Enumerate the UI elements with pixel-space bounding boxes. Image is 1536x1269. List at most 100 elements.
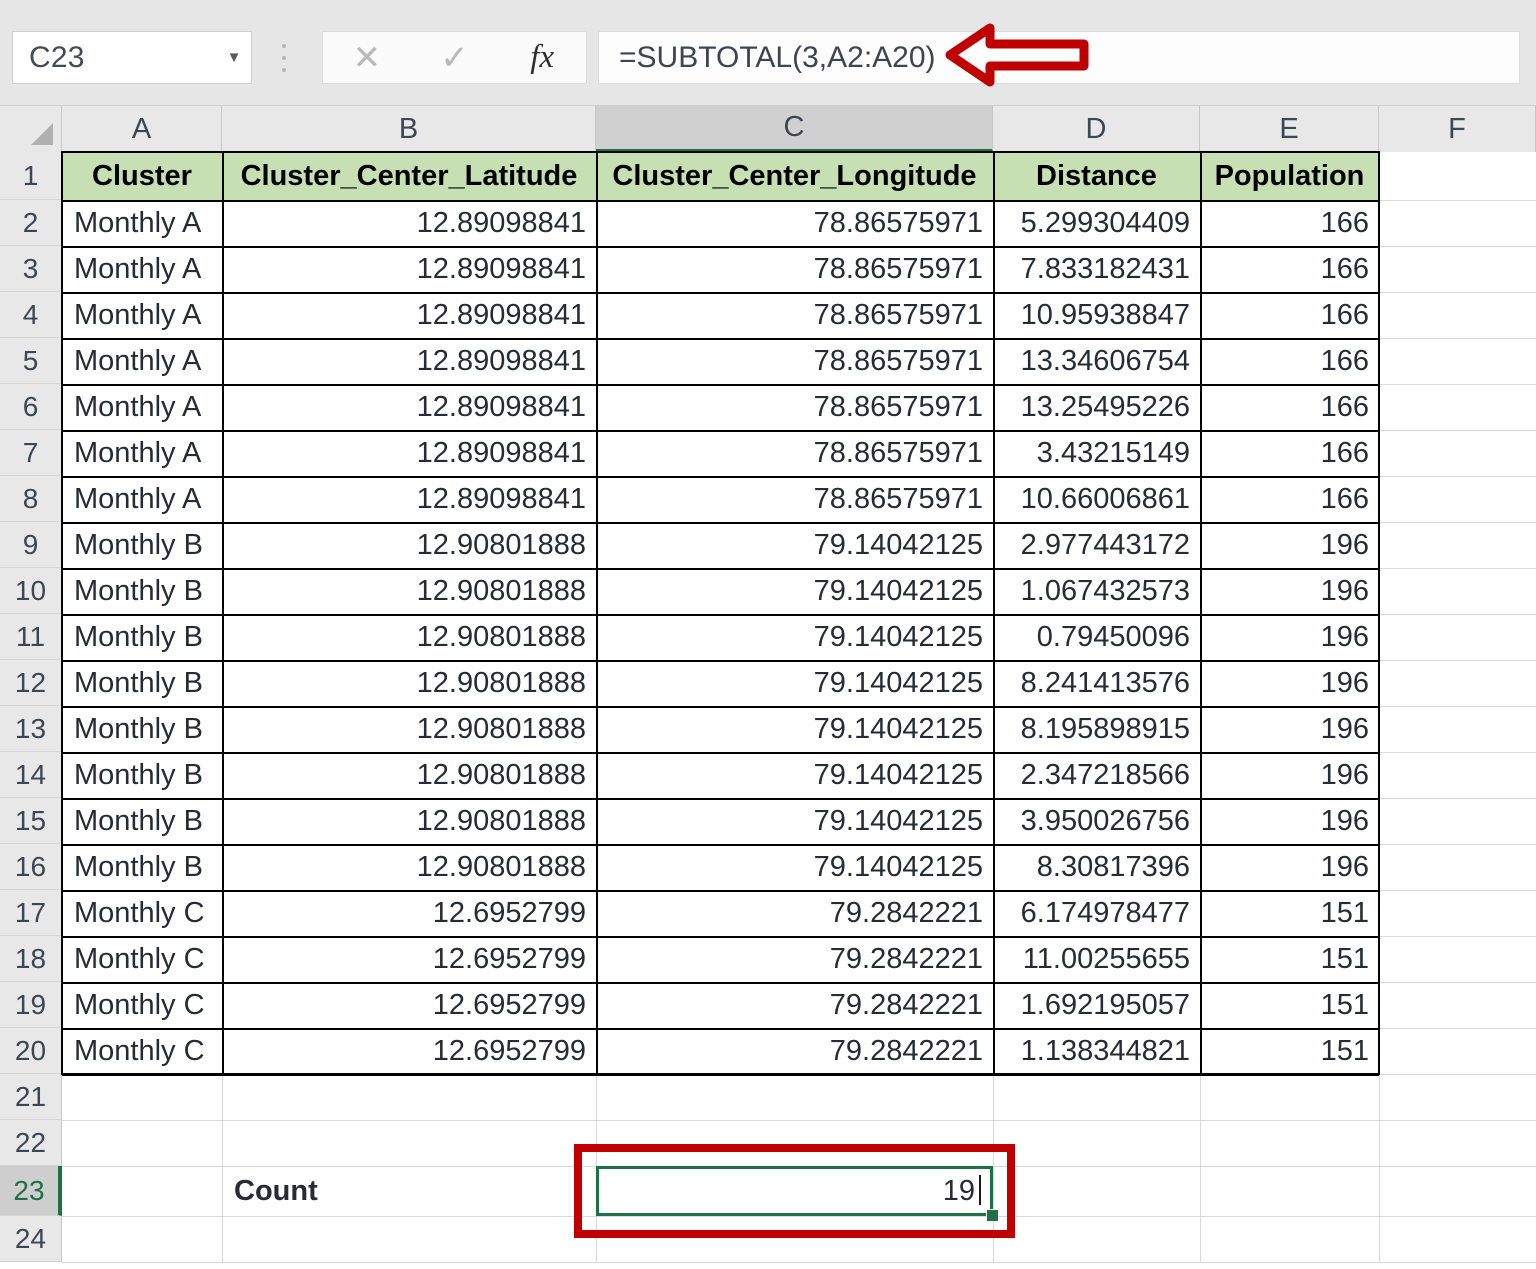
column-header-B[interactable]: B (222, 106, 596, 152)
cell-D12[interactable]: 8.241413576 (993, 660, 1200, 706)
cell-E19[interactable]: 151 (1200, 982, 1379, 1028)
cell-E7[interactable]: 166 (1200, 430, 1379, 476)
cell-C11[interactable]: 79.14042125 (596, 614, 993, 660)
row-header-17[interactable]: 17 (0, 890, 62, 936)
confirm-check-icon[interactable]: ✓ (424, 41, 484, 75)
summary-value-cell-C23[interactable]: 19 (596, 1166, 993, 1216)
row-header-20[interactable]: 20 (0, 1028, 62, 1074)
cell-C19[interactable]: 79.2842221 (596, 982, 993, 1028)
spreadsheet-grid[interactable]: Cluster Cluster_Center_Latitude Cluster_Ce… (0, 106, 1536, 1269)
cell-A19[interactable]: Monthly C (62, 982, 222, 1028)
cell-B6[interactable]: 12.89098841 (222, 384, 596, 430)
row-header-16[interactable]: 16 (0, 844, 62, 890)
cell-A12[interactable]: Monthly B (62, 660, 222, 706)
cell-A16[interactable]: Monthly B (62, 844, 222, 890)
row-header-5[interactable]: 5 (0, 338, 62, 384)
cell-C10[interactable]: 79.14042125 (596, 568, 993, 614)
header-cell-B1[interactable]: Cluster_Center_Latitude (222, 152, 596, 200)
cell-B11[interactable]: 12.90801888 (222, 614, 596, 660)
row-header-2[interactable]: 2 (0, 200, 62, 246)
cell-A2[interactable]: Monthly A (62, 200, 222, 246)
header-cell-D1[interactable]: Distance (993, 152, 1200, 200)
cell-C16[interactable]: 79.14042125 (596, 844, 993, 890)
cell-C2[interactable]: 78.86575971 (596, 200, 993, 246)
row-header-13[interactable]: 13 (0, 706, 62, 752)
row-header-1[interactable]: 1 (0, 152, 62, 200)
cell-E16[interactable]: 196 (1200, 844, 1379, 890)
cell-A9[interactable]: Monthly B (62, 522, 222, 568)
cell-A6[interactable]: Monthly A (62, 384, 222, 430)
row-header-24[interactable]: 24 (0, 1216, 62, 1262)
cell-A8[interactable]: Monthly A (62, 476, 222, 522)
cell-D6[interactable]: 13.25495226 (993, 384, 1200, 430)
row-header-10[interactable]: 10 (0, 568, 62, 614)
row-header-8[interactable]: 8 (0, 476, 62, 522)
cell-B8[interactable]: 12.89098841 (222, 476, 596, 522)
cell-D10[interactable]: 1.067432573 (993, 568, 1200, 614)
insert-function-fx-icon[interactable]: fx (512, 41, 572, 74)
cell-C18[interactable]: 79.2842221 (596, 936, 993, 982)
row-header-11[interactable]: 11 (0, 614, 62, 660)
cell-C3[interactable]: 78.86575971 (596, 246, 993, 292)
cell-C9[interactable]: 79.14042125 (596, 522, 993, 568)
cell-C4[interactable]: 78.86575971 (596, 292, 993, 338)
cell-C6[interactable]: 78.86575971 (596, 384, 993, 430)
cell-C7[interactable]: 78.86575971 (596, 430, 993, 476)
summary-label-cell-B23[interactable]: Count (222, 1166, 596, 1216)
cell-B12[interactable]: 12.90801888 (222, 660, 596, 706)
cell-A3[interactable]: Monthly A (62, 246, 222, 292)
cell-A18[interactable]: Monthly C (62, 936, 222, 982)
column-header-E[interactable]: E (1200, 106, 1379, 152)
row-header-19[interactable]: 19 (0, 982, 62, 1028)
column-header-F[interactable]: F (1379, 106, 1536, 152)
cell-C15[interactable]: 79.14042125 (596, 798, 993, 844)
row-header-22[interactable]: 22 (0, 1120, 62, 1166)
row-header-9[interactable]: 9 (0, 522, 62, 568)
cell-E4[interactable]: 166 (1200, 292, 1379, 338)
cell-A7[interactable]: Monthly A (62, 430, 222, 476)
cell-D13[interactable]: 8.195898915 (993, 706, 1200, 752)
cell-E8[interactable]: 166 (1200, 476, 1379, 522)
header-cell-A1[interactable]: Cluster (62, 152, 222, 200)
cell-E14[interactable]: 196 (1200, 752, 1379, 798)
cell-B16[interactable]: 12.90801888 (222, 844, 596, 890)
cell-E5[interactable]: 166 (1200, 338, 1379, 384)
cell-E9[interactable]: 196 (1200, 522, 1379, 568)
cell-B20[interactable]: 12.6952799 (222, 1028, 596, 1074)
cell-D20[interactable]: 1.138344821 (993, 1028, 1200, 1074)
row-header-6[interactable]: 6 (0, 384, 62, 430)
cell-E6[interactable]: 166 (1200, 384, 1379, 430)
cell-C5[interactable]: 78.86575971 (596, 338, 993, 384)
cell-A5[interactable]: Monthly A (62, 338, 222, 384)
cell-E18[interactable]: 151 (1200, 936, 1379, 982)
row-header-12[interactable]: 12 (0, 660, 62, 706)
cell-A13[interactable]: Monthly B (62, 706, 222, 752)
row-header-7[interactable]: 7 (0, 430, 62, 476)
row-header-18[interactable]: 18 (0, 936, 62, 982)
cell-B10[interactable]: 12.90801888 (222, 568, 596, 614)
cell-C12[interactable]: 79.14042125 (596, 660, 993, 706)
cancel-x-icon[interactable]: ✕ (337, 41, 397, 75)
cell-E17[interactable]: 151 (1200, 890, 1379, 936)
select-all-corner[interactable] (0, 106, 62, 152)
row-header-23[interactable]: 23 (0, 1166, 62, 1216)
cell-A20[interactable]: Monthly C (62, 1028, 222, 1074)
cell-B4[interactable]: 12.89098841 (222, 292, 596, 338)
cell-D19[interactable]: 1.692195057 (993, 982, 1200, 1028)
cell-B14[interactable]: 12.90801888 (222, 752, 596, 798)
header-cell-C1[interactable]: Cluster_Center_Longitude (596, 152, 993, 200)
cell-C14[interactable]: 79.14042125 (596, 752, 993, 798)
cell-E13[interactable]: 196 (1200, 706, 1379, 752)
cell-D14[interactable]: 2.347218566 (993, 752, 1200, 798)
column-header-D[interactable]: D (993, 106, 1200, 152)
cell-D15[interactable]: 3.950026756 (993, 798, 1200, 844)
cell-E3[interactable]: 166 (1200, 246, 1379, 292)
cell-D4[interactable]: 10.95938847 (993, 292, 1200, 338)
cell-A11[interactable]: Monthly B (62, 614, 222, 660)
cell-D11[interactable]: 0.79450096 (993, 614, 1200, 660)
name-box[interactable]: C23 ▼ (12, 31, 252, 84)
cell-B19[interactable]: 12.6952799 (222, 982, 596, 1028)
cell-E11[interactable]: 196 (1200, 614, 1379, 660)
row-header-3[interactable]: 3 (0, 246, 62, 292)
cell-D7[interactable]: 3.43215149 (993, 430, 1200, 476)
